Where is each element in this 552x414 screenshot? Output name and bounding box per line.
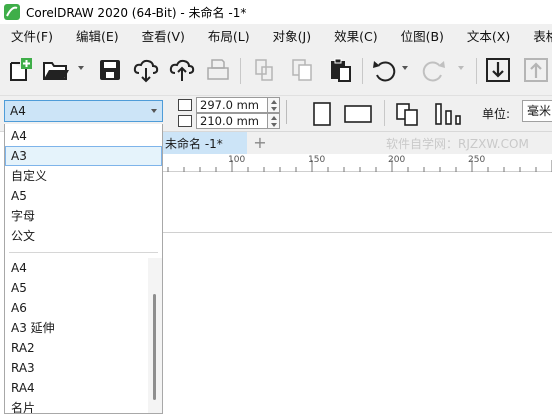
redo-dropdown-chevron-icon[interactable] [458, 66, 464, 70]
export-cloud-icon[interactable] [168, 56, 196, 84]
toolbar-separator [476, 58, 477, 84]
menu-table[interactable]: 表格(T) [533, 26, 552, 45]
open-folder-icon[interactable] [42, 56, 70, 84]
list-item-letter[interactable]: 字母 [5, 206, 162, 226]
page-width-icon [178, 99, 192, 111]
standard-toolbar [0, 46, 552, 96]
import-cloud-icon[interactable] [132, 56, 160, 84]
list-item-a3-extra[interactable]: A3 延伸 [5, 318, 162, 338]
page-size-dropdown-list: A4 A3 自定义 A5 字母 公文 A4 A5 A6 A3 延伸 RA2 RA… [4, 124, 163, 414]
units-value: 毫米 [527, 104, 552, 118]
toolbar-separator [362, 58, 363, 84]
menu-bar: 文件(F) 编辑(E) 查看(V) 布局(L) 对象(J) 效果(C) 位图(B… [0, 24, 552, 46]
chevron-down-icon [151, 109, 157, 113]
page-height-row: 210.0 mm [178, 113, 280, 129]
units-select[interactable]: 毫米 [522, 100, 552, 122]
import-icon[interactable] [484, 56, 512, 84]
list-item-ra4[interactable]: RA4 [5, 378, 162, 398]
all-pages-button[interactable] [392, 100, 424, 128]
portrait-page-icon [313, 102, 331, 126]
drawing-page[interactable] [163, 233, 552, 414]
document-tab-strip: 未命名 -1* + 软件自学网：RJZXW.COM [163, 132, 552, 154]
list-item-ra2[interactable]: RA2 [5, 338, 162, 358]
units-label: 单位: [482, 107, 511, 121]
undo-dropdown-chevron-icon[interactable] [402, 66, 408, 70]
menu-file[interactable]: 文件(F) [11, 26, 53, 45]
list-item-a5[interactable]: A5 [5, 186, 162, 206]
page-height-field[interactable]: 210.0 mm [196, 113, 268, 129]
page-width-row: 297.0 mm [178, 97, 280, 113]
page-size-preset-value: A4 [10, 104, 26, 118]
list-divider [9, 252, 158, 253]
save-icon[interactable] [96, 56, 124, 84]
export-icon[interactable] [522, 56, 550, 84]
menu-text[interactable]: 文本(X) [467, 26, 510, 45]
menu-effects[interactable]: 效果(C) [334, 26, 377, 45]
menu-bitmaps[interactable]: 位图(B) [401, 26, 444, 45]
horizontal-ruler[interactable]: 100 150 200 250 [163, 154, 552, 172]
title-bar: CorelDRAW 2020 (64-Bit) - 未命名 -1* [0, 0, 552, 24]
new-document-icon[interactable] [6, 56, 34, 84]
watermark-text: 软件自学网：RJZXW.COM [386, 137, 529, 151]
ruler-ticks [167, 160, 552, 172]
list-item-a4[interactable]: A4 [5, 126, 162, 146]
coreldraw-logo-icon [4, 4, 20, 20]
page-size-preset-select[interactable]: A4 [4, 100, 163, 122]
menu-layout[interactable]: 布局(L) [208, 26, 250, 45]
window-title: CorelDRAW 2020 (64-Bit) - 未命名 -1* [26, 5, 247, 20]
menu-edit[interactable]: 编辑(E) [76, 26, 119, 45]
redo-icon[interactable] [420, 56, 448, 84]
page-height-stepper[interactable] [268, 113, 280, 129]
list-item-a3-selected[interactable]: A3 [5, 146, 162, 166]
undo-icon[interactable] [370, 56, 398, 84]
document-tab-label: 未命名 -1* [165, 136, 223, 151]
dropdown-scrollbar[interactable] [148, 258, 162, 413]
ruler-label: 250 [468, 155, 486, 165]
print-icon[interactable] [204, 56, 232, 84]
propbar-separator [384, 100, 385, 126]
scrollbar-thumb[interactable] [153, 294, 156, 400]
list-item-a6[interactable]: A6 [5, 298, 162, 318]
lock-ratio-divider [286, 100, 294, 124]
open-dropdown-chevron-icon[interactable] [78, 66, 84, 70]
all-pages-icon [396, 103, 418, 126]
portrait-orientation-button[interactable] [306, 100, 338, 128]
cut-icon[interactable] [250, 56, 278, 84]
page-width-field[interactable]: 297.0 mm [196, 97, 268, 113]
ruler-label: 100 [228, 155, 246, 165]
paste-icon[interactable] [326, 56, 354, 84]
list-item-legal[interactable]: 公文 [5, 226, 162, 246]
plus-icon: + [253, 133, 267, 152]
landscape-page-icon [344, 105, 372, 123]
menu-view[interactable]: 查看(V) [142, 26, 185, 45]
ruler-label: 150 [308, 155, 326, 165]
menu-object[interactable]: 对象(J) [273, 26, 311, 45]
list-item-ra3[interactable]: RA3 [5, 358, 162, 378]
current-page-button[interactable] [432, 100, 464, 128]
ruler-label: 200 [388, 155, 406, 165]
list-item-business-card[interactable]: 名片 [5, 398, 162, 413]
page-height-icon [178, 115, 192, 127]
document-tab[interactable]: 未命名 -1* [163, 132, 247, 154]
page-width-stepper[interactable] [268, 97, 280, 113]
list-item-a5[interactable]: A5 [5, 278, 162, 298]
toolbar-separator [240, 58, 241, 84]
list-item-custom[interactable]: 自定义 [5, 166, 162, 186]
add-document-tab-button[interactable]: + [251, 135, 269, 151]
drawing-canvas[interactable] [163, 172, 552, 232]
current-page-icon [435, 103, 461, 125]
copy-icon[interactable] [288, 56, 316, 84]
landscape-orientation-button[interactable] [342, 100, 374, 128]
list-item-a4[interactable]: A4 [5, 258, 162, 278]
